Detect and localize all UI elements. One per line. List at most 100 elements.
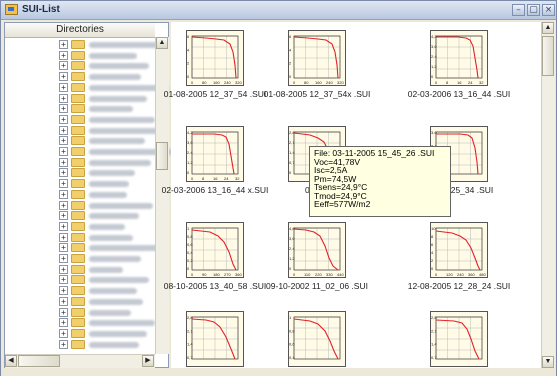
y-tick-label: 0,7 (431, 355, 437, 360)
sui-thumbnail[interactable]: 4,2 3,6 2,4 1,2 0 0 8 16 24 32 (186, 126, 244, 182)
x-tick-label: 480 (479, 272, 486, 277)
thumbnail-caption[interactable]: 02-03-2006 13_16_44 .SUI (399, 89, 519, 99)
expand-icon[interactable]: + (59, 72, 68, 82)
y-tick-label: 0,4 (187, 250, 193, 255)
folder-icon (71, 114, 85, 124)
expand-icon[interactable]: + (59, 339, 68, 349)
expand-icon[interactable]: + (59, 275, 68, 285)
scroll-up-button[interactable]: ▲ (156, 37, 168, 49)
folder-name-redacted (89, 63, 149, 70)
scroll-right-button[interactable]: ▶ (142, 355, 154, 367)
minimize-button[interactable]: – (512, 4, 525, 16)
expand-icon[interactable]: + (59, 157, 68, 167)
folder-icon (71, 275, 85, 285)
thumbnail-caption[interactable]: 09-10-2002 11_02_06 .SUI (257, 281, 377, 291)
tree-scroll-thumb[interactable] (156, 142, 168, 170)
x-tick-label: 360 (468, 272, 475, 277)
expand-icon[interactable]: + (59, 93, 68, 103)
y-tick-label: 1,2 (431, 64, 437, 69)
folder-name-redacted (89, 330, 147, 337)
thumbnail-caption[interactable]: 12-08-2005 12_28_24 .SUI (399, 281, 519, 291)
folder-name-redacted (89, 202, 153, 209)
sui-thumbnail[interactable]: 4,8 3,6 2,4 1,2 0 0 110 220 330 440 (288, 222, 346, 278)
folder-icon (71, 168, 85, 178)
title-bar[interactable]: SUI-List – ▢ × (1, 1, 556, 20)
folder-name-redacted (89, 52, 137, 59)
expand-icon[interactable]: + (59, 211, 68, 221)
sui-thumbnail[interactable]: 6 4 2 0 0 80 160 240 320 (288, 30, 346, 86)
folder-name-redacted (89, 213, 139, 220)
y-tick-label: 10 (431, 226, 436, 231)
x-tick-label: 220 (315, 272, 322, 277)
sui-thumbnail[interactable]: 2,8 2,1 1,4 0,7 (430, 311, 488, 367)
folder-icon (71, 136, 85, 146)
folder-name-redacted (89, 95, 147, 102)
sui-thumbnail[interactable]: 1 0,8 0,6 0,4 (288, 311, 346, 367)
iv-curve-plot: 64200 80 160 240 320 (186, 30, 244, 86)
sui-thumbnail[interactable]: 6 4 2 0 0 80 160 240 320 (186, 30, 244, 86)
expand-icon[interactable]: + (59, 221, 68, 231)
folder-name-redacted (89, 159, 151, 166)
expand-icon[interactable]: + (59, 104, 68, 114)
expand-icon[interactable]: + (59, 232, 68, 242)
expand-icon[interactable]: + (59, 136, 68, 146)
expand-icon[interactable]: + (59, 168, 68, 178)
y-tick-label: 1,2 (289, 256, 295, 261)
expand-icon[interactable]: + (59, 114, 68, 124)
sui-thumbnail[interactable]: 10 8 6 4 2 0 0 120 240 360 480 (430, 222, 488, 278)
grid-scroll-up-button[interactable]: ▲ (542, 22, 554, 34)
expand-icon[interactable]: + (59, 200, 68, 210)
folder-icon (71, 296, 85, 306)
expand-icon[interactable]: + (59, 296, 68, 306)
x-tick-label: 16 (213, 176, 218, 181)
close-button[interactable]: × (542, 4, 555, 16)
expand-icon[interactable]: + (59, 318, 68, 328)
x-tick-label: 80 (304, 80, 309, 85)
expand-icon[interactable]: + (59, 254, 68, 263)
iv-curve-plot: 10,80,60,40,200 90 180 270 360 (186, 222, 244, 278)
thumbnail-caption[interactable]: 01-08-2005 12_37_54x .SUI (257, 89, 377, 99)
tree-vertical-scrollbar[interactable]: ▲ (155, 37, 169, 354)
y-tick-label: 1,2 (187, 160, 193, 165)
expand-icon[interactable]: + (59, 82, 68, 92)
expand-icon[interactable]: + (59, 61, 68, 71)
expand-icon[interactable]: + (59, 50, 68, 60)
grid-scroll-down-button[interactable]: ▼ (542, 356, 554, 368)
grid-vertical-scrollbar[interactable]: ▲ ▼ (541, 22, 555, 368)
iv-curve-plot: 10,80,60,4 (288, 311, 346, 367)
folder-icon (71, 61, 85, 71)
expand-icon[interactable]: + (59, 286, 68, 296)
expand-icon[interactable]: + (59, 40, 68, 49)
iv-curve-plot: 2,8 2,1 1,4 0,7 (430, 311, 488, 367)
expand-icon[interactable]: + (59, 264, 68, 274)
tree-hscroll-thumb[interactable] (18, 355, 60, 367)
scroll-left-button[interactable]: ◀ (5, 355, 17, 367)
x-tick-label: 24 (224, 176, 229, 181)
expand-icon[interactable]: + (59, 147, 68, 156)
iv-curve-plot: 4,23,62,41,200 8 16 24 32 (186, 126, 244, 182)
maximize-button[interactable]: ▢ (527, 4, 540, 16)
sui-thumbnail[interactable]: 4,2 3,6 2,4 1,2 0 0 8 16 24 32 (430, 30, 488, 86)
folder-icon (71, 254, 85, 263)
folder-name-redacted (89, 42, 159, 48)
x-tick-label: 270 (224, 272, 231, 277)
expand-icon[interactable]: + (59, 189, 68, 199)
expand-icon[interactable]: + (59, 179, 68, 189)
expand-icon[interactable]: + (59, 328, 68, 338)
grid-scroll-thumb[interactable] (542, 36, 554, 76)
sui-thumbnail[interactable]: 2,8 2,1 1,4 0,7 (186, 311, 244, 367)
directories-header[interactable]: Directories (5, 23, 155, 38)
expand-icon[interactable]: + (59, 125, 68, 135)
y-tick-label: 2,4 (289, 246, 295, 251)
folder-name-redacted (89, 288, 137, 295)
tree-horizontal-scrollbar[interactable]: ◀ ▶ (5, 354, 155, 368)
sui-thumbnail[interactable]: 1 0,8 0,6 0,4 0,2 0 0 90 180 270 360 (186, 222, 244, 278)
x-tick-label: 110 (304, 272, 311, 277)
expand-icon[interactable]: + (59, 307, 68, 317)
tooltip-eeff: Eeff=577W/m2 (314, 199, 371, 209)
folder-name-redacted (89, 74, 141, 81)
y-tick-label: 2,4 (431, 54, 437, 59)
y-tick-label: 0,8 (289, 328, 295, 333)
folder-icon (71, 221, 85, 231)
expand-icon[interactable]: + (59, 243, 68, 253)
